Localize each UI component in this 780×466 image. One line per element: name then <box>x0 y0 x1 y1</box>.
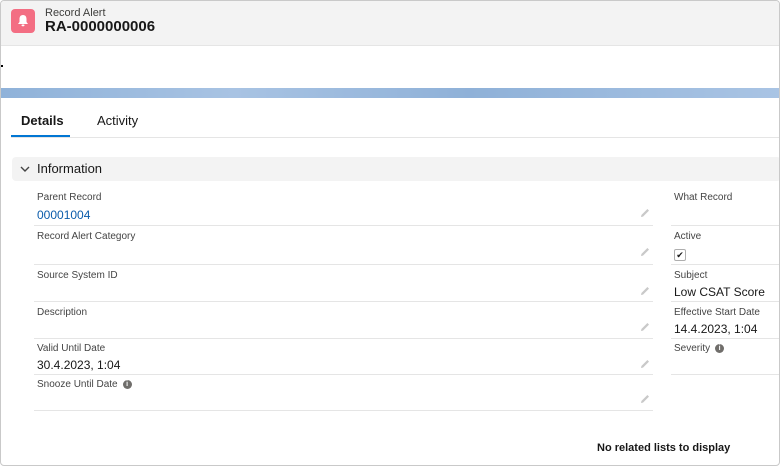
field-subject: Subject Low CSAT Score <box>671 267 779 302</box>
edit-pencil-icon[interactable] <box>639 206 651 218</box>
field-description: Description <box>34 304 653 339</box>
field-severity: Severity i <box>671 341 779 375</box>
field-label: What Record <box>674 192 733 203</box>
section-header-information[interactable]: Information <box>12 157 779 181</box>
field-source-system-id: Source System ID <box>34 267 653 302</box>
field-value: 30.4.2023, 1:04 <box>37 358 121 372</box>
field-label: Description <box>37 307 88 318</box>
edit-pencil-icon[interactable] <box>639 245 651 257</box>
field-value: 14.4.2023, 1:04 <box>674 322 758 336</box>
record-header: Record Alert RA-0000000006 <box>1 1 779 46</box>
field-label: Severity <box>674 343 711 354</box>
field-valid-until-date: Valid Until Date 30.4.2023, 1:04 <box>34 341 653 375</box>
no-related-lists-message: No related lists to display <box>597 442 731 454</box>
field-label: Snooze Until Date <box>37 379 118 390</box>
divider <box>1 65 3 67</box>
decorative-banner <box>1 88 779 98</box>
section-title: Information <box>37 161 103 176</box>
parent-record-link[interactable]: 00001004 <box>37 208 90 222</box>
info-icon[interactable]: i <box>122 379 132 389</box>
field-parent-record: Parent Record 00001004 <box>34 189 653 226</box>
edit-pencil-icon[interactable] <box>639 392 651 404</box>
field-label: Record Alert Category <box>37 231 136 242</box>
tab-activity[interactable]: Activity <box>97 113 138 137</box>
bell-icon <box>11 9 35 33</box>
field-what-record: What Record <box>671 189 779 226</box>
record-title: RA-0000000006 <box>45 18 156 35</box>
edit-pencil-icon[interactable] <box>639 284 651 296</box>
info-icon[interactable]: i <box>715 343 725 353</box>
field-label: Source System ID <box>37 270 118 281</box>
record-page: Record Alert RA-0000000006 Details Activ… <box>0 0 780 466</box>
field-active: Active ✔ <box>671 228 779 265</box>
field-record-alert-category: Record Alert Category <box>34 228 653 265</box>
field-label: Subject <box>674 270 708 281</box>
field-label: Active <box>674 231 702 242</box>
tab-details[interactable]: Details <box>11 113 70 137</box>
chevron-down-icon <box>19 162 31 180</box>
field-value: Low CSAT Score <box>674 285 765 299</box>
edit-pencil-icon[interactable] <box>639 320 651 332</box>
edit-pencil-icon[interactable] <box>639 357 651 369</box>
field-effective-start-date: Effective Start Date 14.4.2023, 1:04 <box>671 304 779 339</box>
active-checkbox: ✔ <box>674 249 686 261</box>
tab-bar: Details Activity <box>11 113 779 138</box>
field-label: Effective Start Date <box>674 307 760 318</box>
field-snooze-until-date: Snooze Until Date i <box>34 377 653 411</box>
field-label: Valid Until Date <box>37 343 106 354</box>
field-label: Parent Record <box>37 192 102 203</box>
